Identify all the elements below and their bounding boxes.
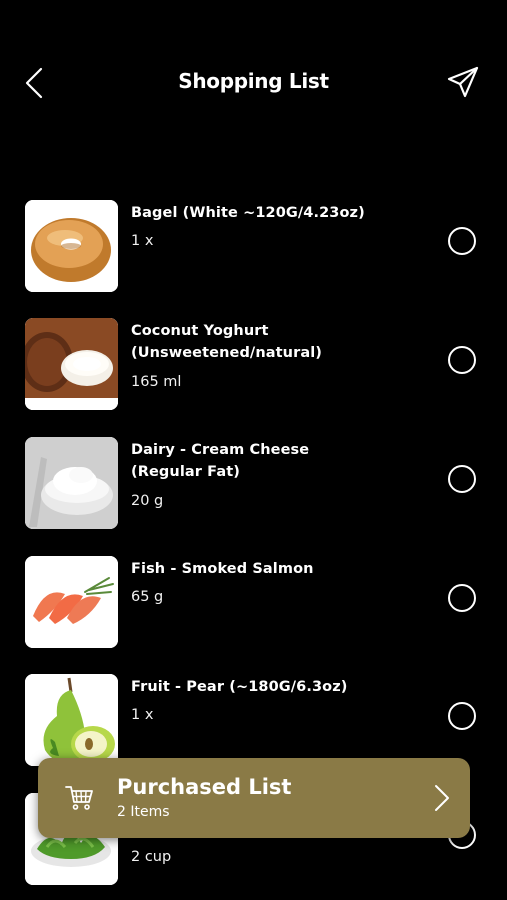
item-image-bagel <box>25 200 118 292</box>
item-name: Fish - Smoked Salmon <box>131 561 314 577</box>
item-image-smoked-salmon <box>25 556 118 648</box>
item-quantity: 2 cup <box>131 849 172 865</box>
item-quantity: 65 g <box>131 589 164 605</box>
cart-icon <box>65 786 93 810</box>
purchase-checkbox[interactable] <box>448 346 476 374</box>
page-title: Shopping List <box>178 69 329 93</box>
list-item: Fruit - Pear (~180G/6.3oz) 1 x <box>0 674 507 768</box>
list-item: Dairy - Cream Cheese (Regular Fat) 20 g <box>0 437 507 531</box>
purchase-checkbox[interactable] <box>448 702 476 730</box>
header: Shopping List <box>0 0 507 150</box>
item-quantity: 1 x <box>131 233 154 249</box>
item-name: Dairy - Cream Cheese (Regular Fat) <box>131 442 310 480</box>
list-item: Coconut Yoghurt (Unsweetened/natural) 16… <box>0 318 507 412</box>
send-button[interactable] <box>443 62 483 102</box>
purchased-list-count: 2 Items <box>117 804 170 820</box>
item-name: Coconut Yoghurt (Unsweetened/natural) <box>131 323 323 361</box>
item-image-coconut-yoghurt <box>25 318 118 410</box>
item-quantity: 20 g <box>131 493 164 509</box>
item-quantity: 1 x <box>131 707 154 723</box>
item-image-pear <box>25 674 118 766</box>
item-name: Bagel (White ~120G/4.23oz) <box>131 205 365 221</box>
list-item: Fish - Smoked Salmon 65 g <box>0 556 507 650</box>
purchased-list-button[interactable]: Purchased List 2 Items <box>38 758 470 838</box>
purchased-list-title: Purchased List <box>117 775 292 799</box>
item-name: Fruit - Pear (~180G/6.3oz) <box>131 679 348 695</box>
item-quantity: 165 ml <box>131 374 182 390</box>
purchase-checkbox[interactable] <box>448 465 476 493</box>
list-item: Bagel (White ~120G/4.23oz) 1 x <box>0 200 507 294</box>
chevron-right-icon <box>435 785 449 811</box>
item-image-cream-cheese <box>25 437 118 529</box>
purchase-checkbox[interactable] <box>448 227 476 255</box>
paper-plane-icon <box>447 66 479 98</box>
purchase-checkbox[interactable] <box>448 584 476 612</box>
